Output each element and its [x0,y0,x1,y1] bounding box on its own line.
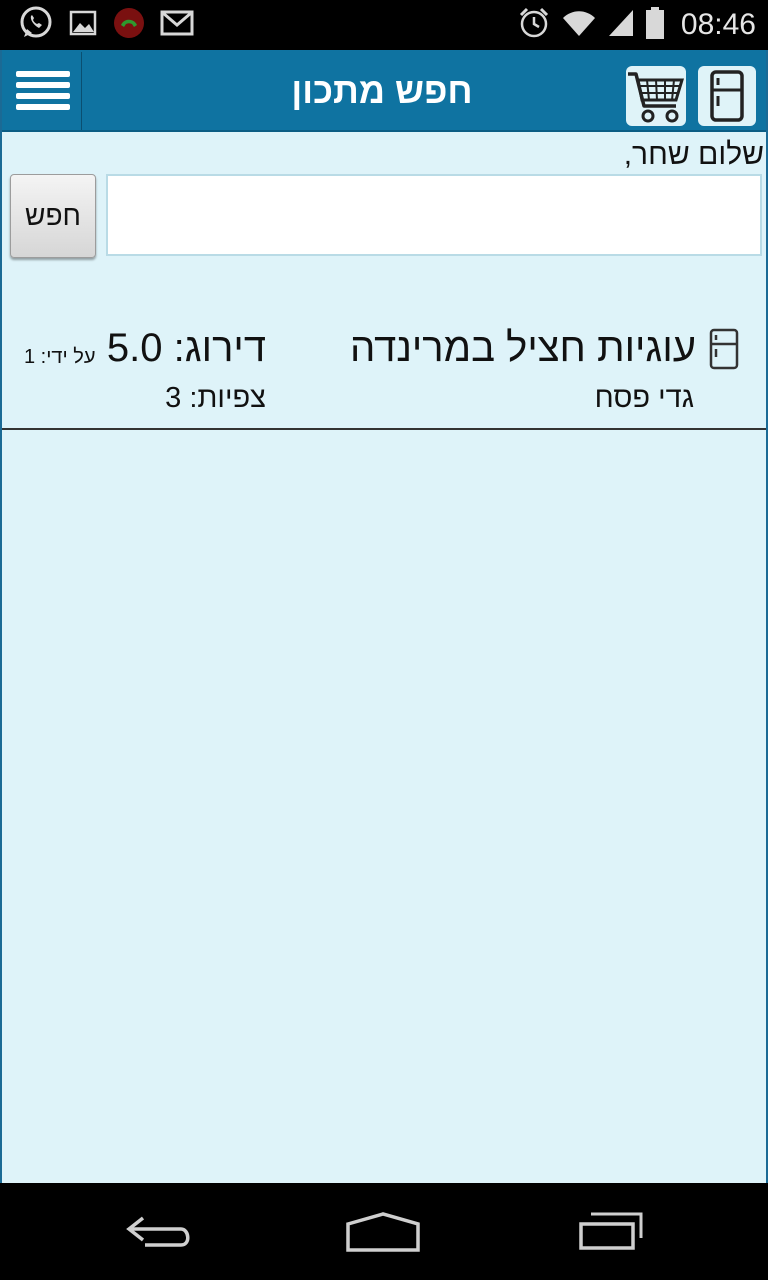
recent-apps-icon [579,1212,643,1250]
recipe-views: צפיות: 3 [165,382,266,414]
recipe-list-item[interactable]: עוגיות חציל במרינדה גדי פסח דירוג: 5.0 צ… [2,312,766,430]
system-icons: 08:46 [517,6,756,44]
status-bar: 08:46 [0,0,768,50]
home-icon [346,1212,420,1252]
recipe-name: עוגיות חציל במרינדה [350,326,696,370]
fridge-button[interactable] [698,66,756,126]
hamburger-menu-icon [15,71,70,110]
search-input[interactable] [106,174,762,256]
fridge-icon [710,70,744,122]
search-button[interactable]: חפש [10,174,96,258]
notification-icons [18,5,194,45]
menu-button[interactable] [4,52,82,130]
navigation-bar [0,1183,768,1280]
page-title: חפש מתכון [291,70,473,111]
alarm-icon [517,6,551,44]
greeting-text: שלום שחר, [623,138,764,171]
recipe-author: גדי פסח [594,382,694,414]
gallery-icon [68,8,98,42]
status-time: 08:46 [680,8,756,41]
battery-icon [645,6,665,44]
gmail-icon [160,8,194,42]
recent-apps-button[interactable] [566,1205,656,1259]
signal-icon [607,8,635,42]
shopping-cart-button[interactable] [626,66,686,126]
back-arrow-icon [126,1216,190,1247]
recipe-rated-by: על ידי: 1 [24,346,96,368]
fridge-icon [709,328,739,370]
missed-call-icon [112,6,146,44]
whatsapp-icon [18,5,54,45]
wifi-icon [561,8,597,42]
app-screen: חפש מתכון שלום שחר, חפש עוגיות חציל במרי… [0,50,768,1183]
back-button[interactable] [114,1205,204,1259]
shopping-cart-icon [628,72,685,123]
recipe-rating: דירוג: 5.0 [106,326,266,370]
action-bar: חפש מתכון [2,50,766,132]
home-button[interactable] [338,1205,428,1259]
